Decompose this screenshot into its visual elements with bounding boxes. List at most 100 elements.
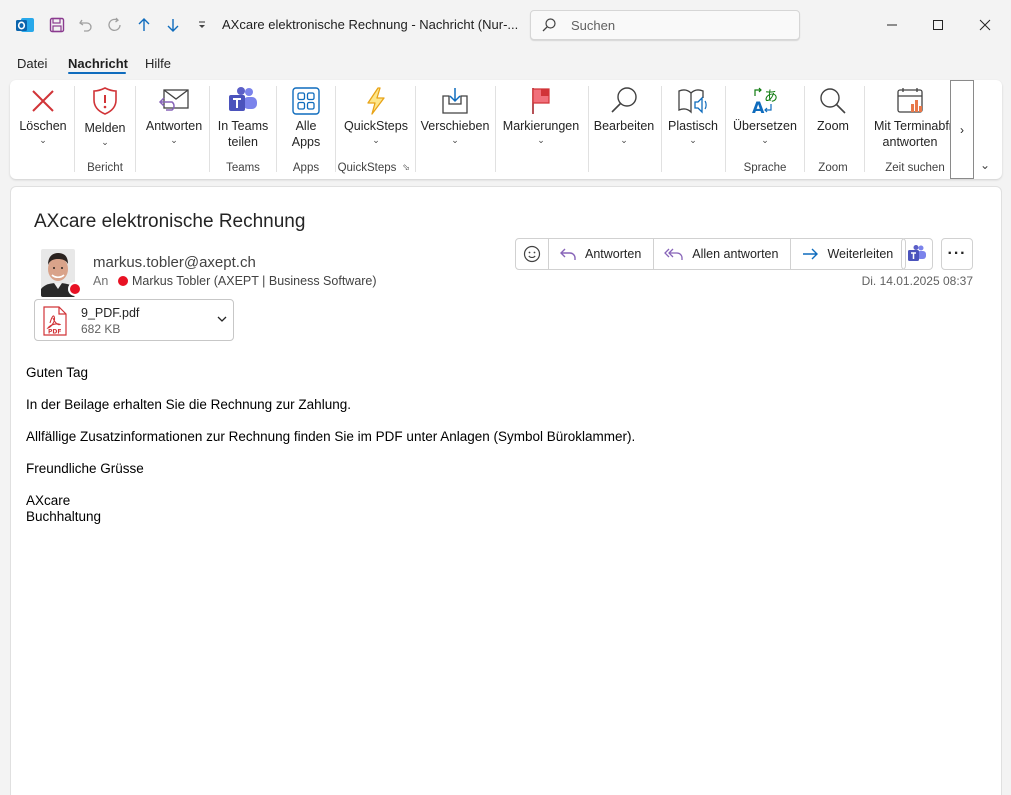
group-divider xyxy=(864,86,865,172)
teams-chat-button[interactable] xyxy=(901,238,933,270)
menu-datei[interactable]: Datei xyxy=(17,56,47,71)
reply-all-label: Allen antworten xyxy=(692,247,779,261)
group-label-teams: Teams xyxy=(226,162,260,174)
previous-item-icon[interactable] xyxy=(132,13,156,37)
translate-button[interactable]: Aあ Übersetzen ⌄ xyxy=(730,84,800,158)
reply-with-scheduling-poll-label-2: antworten xyxy=(882,135,938,149)
chevron-down-icon: ⌄ xyxy=(39,135,47,145)
window-title: AXcare elektronische Rechnung - Nachrich… xyxy=(222,17,519,32)
group-divider xyxy=(74,86,75,172)
flag-icon xyxy=(500,84,582,118)
delete-button[interactable]: Löschen ⌄ xyxy=(16,84,70,158)
all-apps-button[interactable]: Alle Apps xyxy=(280,84,332,158)
next-item-icon[interactable] xyxy=(161,13,185,37)
group-divider xyxy=(495,86,496,172)
chevron-down-icon: ⌄ xyxy=(689,135,697,145)
immersive-reader-button[interactable]: Plastisch ⌄ xyxy=(665,84,721,158)
undo-icon[interactable] xyxy=(74,13,98,37)
group-label-quicksteps: QuickSteps xyxy=(337,162,397,174)
zoom-icon xyxy=(808,84,858,118)
group-divider xyxy=(415,86,416,172)
redo-icon[interactable] xyxy=(103,13,127,37)
teams-icon xyxy=(908,245,926,261)
move-to-folder-icon xyxy=(419,84,491,118)
sender-email[interactable]: markus.tobler@axept.ch xyxy=(93,254,256,271)
group-label-language: Sprache xyxy=(743,162,787,174)
all-apps-label-1: Alle xyxy=(295,119,317,133)
maximize-button[interactable] xyxy=(915,10,961,40)
body-greeting: Guten Tag xyxy=(26,365,89,380)
svg-text:あ: あ xyxy=(764,89,778,105)
message-subject: AXcare elektronische Rechnung xyxy=(34,211,306,232)
body-line-1: In der Beilage erhalten Sie die Rechnung… xyxy=(26,397,351,412)
chevron-down-icon: ⌄ xyxy=(372,135,380,145)
to-label: An xyxy=(93,274,109,288)
message-timestamp: Di. 14.01.2025 08:37 xyxy=(861,274,973,288)
group-divider xyxy=(725,86,726,172)
recipient-name[interactable]: Markus Tobler (AXEPT | Business Software… xyxy=(132,274,377,288)
chevron-down-icon: ⌄ xyxy=(761,135,769,145)
save-icon[interactable] xyxy=(45,13,69,37)
edit-button[interactable]: Bearbeiten ⌄ xyxy=(592,84,656,158)
delete-label: Löschen xyxy=(19,119,67,133)
forward-button[interactable]: Weiterleiten xyxy=(791,239,905,269)
dialog-launcher-icon[interactable]: ⬂ xyxy=(400,162,412,173)
close-window-button[interactable] xyxy=(962,10,1008,40)
reply-with-scheduling-poll-label-1: Mit Terminabfr xyxy=(874,119,952,133)
reply-all-button[interactable]: Allen antworten xyxy=(654,239,792,269)
presence-busy-indicator xyxy=(68,282,82,296)
lightning-icon xyxy=(340,84,412,118)
group-divider xyxy=(661,86,662,172)
translate-label: Übersetzen xyxy=(733,119,797,133)
menu-nachricht[interactable]: Nachricht xyxy=(68,56,128,71)
chevron-down-icon: ⌄ xyxy=(537,135,545,145)
attachment-size: 682 KB xyxy=(81,322,121,336)
all-apps-label-2: Apps xyxy=(291,135,321,149)
more-actions-button[interactable]: ··· xyxy=(941,238,973,270)
reply-with-scheduling-poll-button[interactable]: Mit Terminabfr antworten xyxy=(868,84,952,158)
minimize-icon xyxy=(887,24,897,26)
menu-hilfe[interactable]: Hilfe xyxy=(145,56,171,71)
body-signature-2: Buchhaltung xyxy=(26,509,102,524)
group-divider xyxy=(335,86,336,172)
ribbon-scroll-right-button[interactable]: › xyxy=(950,80,974,179)
reply-button[interactable]: Antworten xyxy=(549,239,655,269)
menu-bar: Datei Nachricht Hilfe xyxy=(0,50,1011,76)
immersive-reader-label: Plastisch xyxy=(667,119,719,133)
chevron-down-icon: ⌄ xyxy=(170,135,178,145)
group-divider xyxy=(276,86,277,172)
group-divider xyxy=(588,86,589,172)
translate-icon: Aあ xyxy=(730,84,800,118)
quicksteps-button[interactable]: QuickSteps ⌄ xyxy=(340,84,412,158)
pdf-icon-text: PDF xyxy=(48,329,61,336)
edit-label: Bearbeiten xyxy=(593,119,655,133)
reply-ribbon-button[interactable]: Antworten ⌄ xyxy=(140,84,208,158)
search-placeholder: Suchen xyxy=(571,18,616,33)
share-to-teams-label-1: In Teams xyxy=(217,119,269,133)
chevron-down-icon[interactable] xyxy=(215,312,229,331)
customize-toolbar-icon[interactable] xyxy=(190,13,214,37)
forward-label: Weiterleiten xyxy=(827,247,894,261)
quicksteps-label: QuickSteps xyxy=(344,119,408,133)
attachment-name: 9_PDF.pdf xyxy=(81,306,140,320)
teams-icon xyxy=(213,84,273,118)
attachment-card[interactable]: PDF 9_PDF.pdf 682 KB xyxy=(34,299,234,341)
ribbon-options-chevron-icon[interactable]: ⌄ xyxy=(980,158,990,172)
emoji-reaction-button[interactable] xyxy=(516,239,549,269)
reply-mail-icon xyxy=(140,84,208,118)
tags-button[interactable]: Markierungen ⌄ xyxy=(500,84,582,158)
share-to-teams-button[interactable]: In Teams teilen xyxy=(213,84,273,158)
reply-arrow-icon xyxy=(560,248,576,260)
tags-label: Markierungen xyxy=(502,119,580,133)
report-button[interactable]: Melden ⌄ xyxy=(80,84,130,158)
chevron-down-icon: ⌄ xyxy=(451,135,459,145)
more-dots-icon: ··· xyxy=(947,245,967,262)
move-button[interactable]: Verschieben ⌄ xyxy=(419,84,491,158)
close-icon xyxy=(979,19,991,31)
search-box[interactable]: Suchen xyxy=(530,10,800,40)
minimize-button[interactable] xyxy=(869,10,915,40)
search-icon xyxy=(541,17,557,38)
reply-all-arrow-icon xyxy=(664,248,683,260)
zoom-button[interactable]: Zoom xyxy=(808,84,858,158)
body-closing: Freundliche Grüsse xyxy=(26,461,144,476)
